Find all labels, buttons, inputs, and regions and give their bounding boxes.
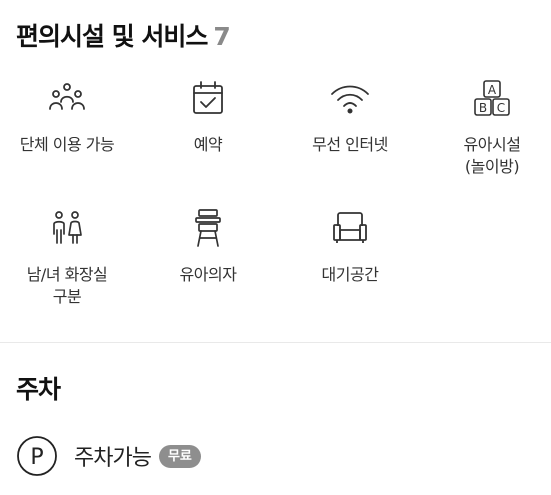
amenity-kids-room: A B C 유아시설 (놀이방) (425, 78, 551, 178)
parking-item: P 주차가능 무료 (16, 434, 201, 478)
armchair-icon (333, 212, 367, 243)
amenity-group: 단체 이용 가능 (0, 78, 134, 156)
amenity-label: 대기공간 (321, 265, 379, 284)
amenities-count: 7 (213, 22, 230, 51)
svg-text:P: P (30, 445, 43, 470)
parking-label: 주차가능 (74, 446, 152, 471)
amenities-title-text: 편의시설 및 서비스 (16, 22, 208, 51)
parking-title: 주차 (16, 375, 61, 404)
amenity-label: 단체 이용 가능 (19, 135, 115, 154)
amenity-wifi: 무선 인터넷 (283, 78, 417, 156)
amenity-label: 남/녀 화장실 구분 (26, 265, 108, 306)
svg-text:B: B (479, 101, 487, 115)
calendar-check-icon (193, 81, 223, 114)
abc-blocks-icon: A B C (474, 80, 510, 116)
amenity-reservation: 예약 (141, 78, 275, 156)
amenity-label: 예약 (193, 135, 223, 154)
amenities-title: 편의시설 및 서비스 7 (16, 22, 231, 51)
amenity-label: 유아시설 (놀이방) (463, 135, 521, 176)
section-divider (0, 342, 551, 343)
amenity-high-chair: 유아의자 (141, 208, 275, 286)
high-chair-icon (195, 209, 221, 247)
amenity-restroom: 남/녀 화장실 구분 (0, 208, 134, 308)
svg-text:A: A (488, 83, 497, 97)
free-badge: 무료 (158, 444, 201, 468)
amenity-label: 유아의자 (179, 265, 237, 284)
amenity-label: 무선 인터넷 (312, 135, 388, 154)
parking-icon: P (17, 436, 57, 476)
group-icon (49, 83, 85, 110)
svg-text:C: C (497, 101, 505, 115)
restroom-icon (53, 211, 82, 244)
wifi-icon (331, 85, 369, 114)
amenity-waiting-area: 대기공간 (283, 208, 417, 286)
